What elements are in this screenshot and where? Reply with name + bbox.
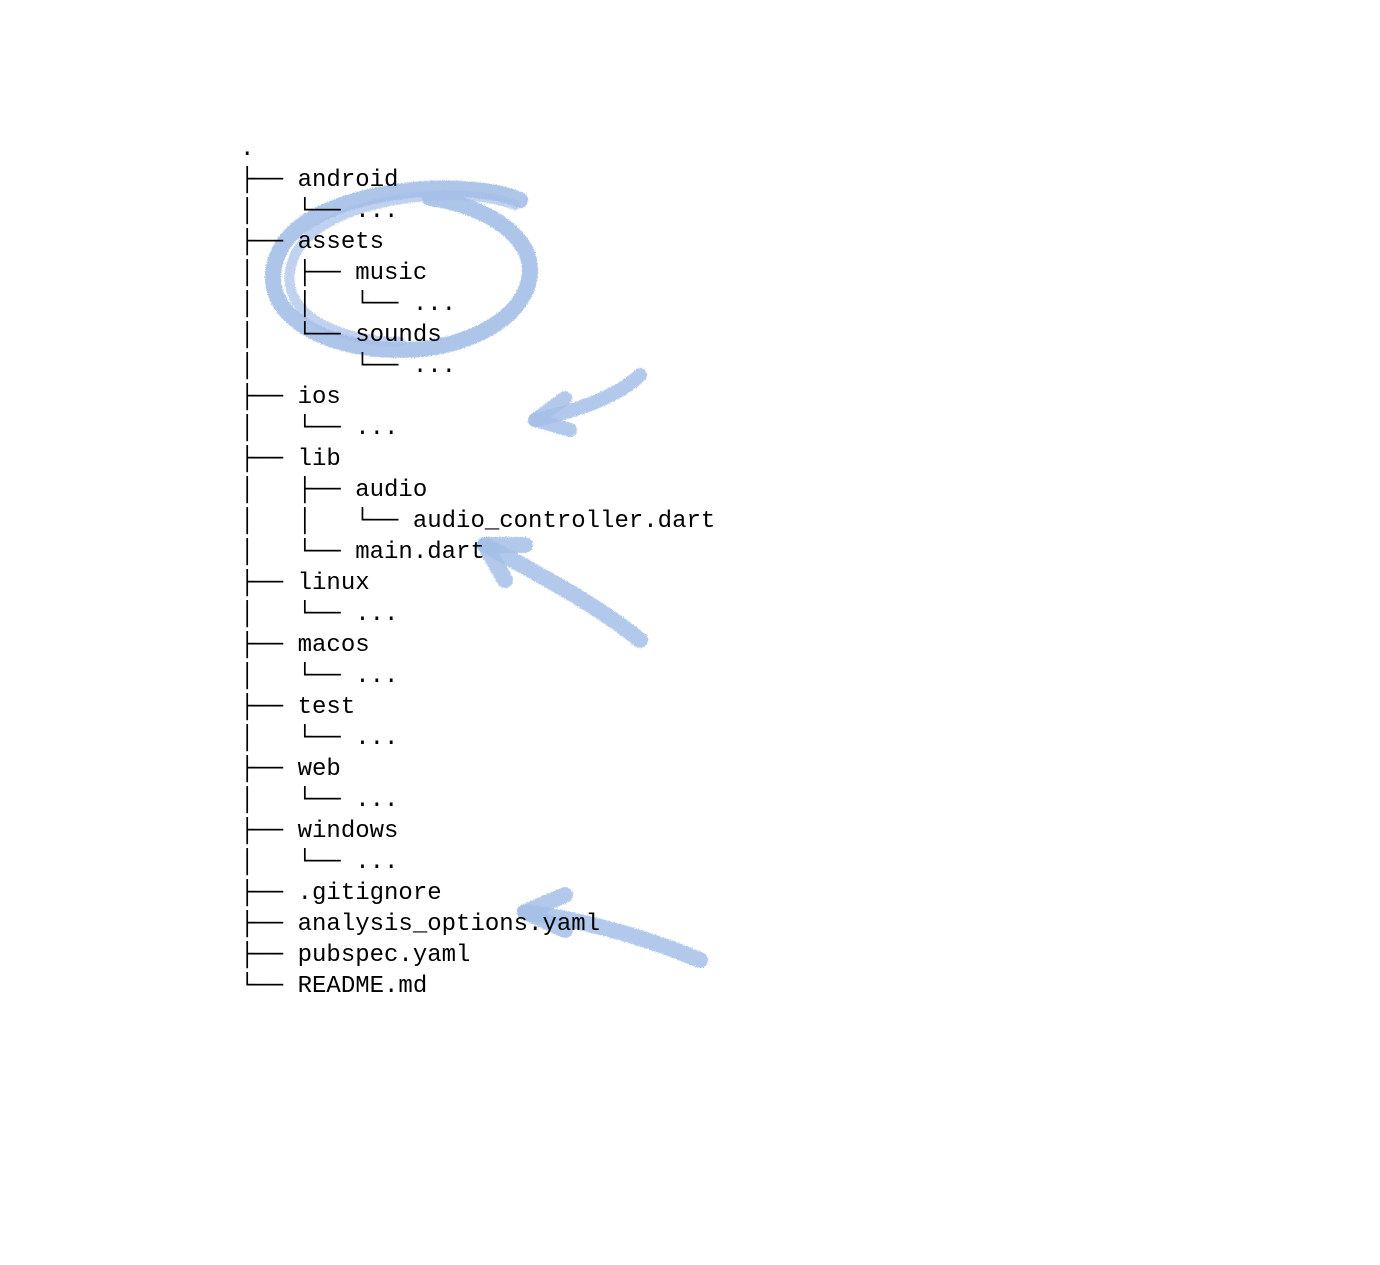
tree-line: ├── analysis_options.yaml [240,911,600,938]
tree-line: ├── .gitignore [240,880,442,907]
tree-line: │ ├── audio [240,477,427,504]
tree-line: ├── web [240,756,341,783]
tree-line: ├── linux [240,570,370,597]
tree-line: │ └── ... [240,198,398,225]
tree-line: . [240,136,254,163]
tree-line: ├── lib [240,446,341,473]
tree-line: │ │ └── ... [240,291,456,318]
directory-tree: . ├── android │ └── ... ├── assets │ ├──… [240,134,715,1002]
tree-line: │ │ └── audio_controller.dart [240,508,715,535]
tree-line: │ └── ... [240,849,398,876]
tree-line: │ └── main.dart [240,539,485,566]
tree-line: │ └── sounds [240,322,442,349]
diagram-stage: . ├── android │ └── ... ├── assets │ ├──… [0,0,1380,1265]
tree-line: │ └── ... [240,663,398,690]
tree-line: └── README.md [240,973,427,1000]
tree-line: ├── test [240,694,355,721]
tree-line: │ └── ... [240,415,398,442]
tree-line: ├── macos [240,632,370,659]
tree-line: │ └── ... [240,601,398,628]
tree-line: │ ├── music [240,260,427,287]
tree-line: │ └── ... [240,787,398,814]
tree-line: │ └── ... [240,353,456,380]
tree-line: ├── ios [240,384,341,411]
tree-line: ├── pubspec.yaml [240,942,470,969]
tree-line: ├── android [240,167,398,194]
tree-line: ├── windows [240,818,398,845]
tree-line: │ └── ... [240,725,398,752]
tree-line: ├── assets [240,229,384,256]
